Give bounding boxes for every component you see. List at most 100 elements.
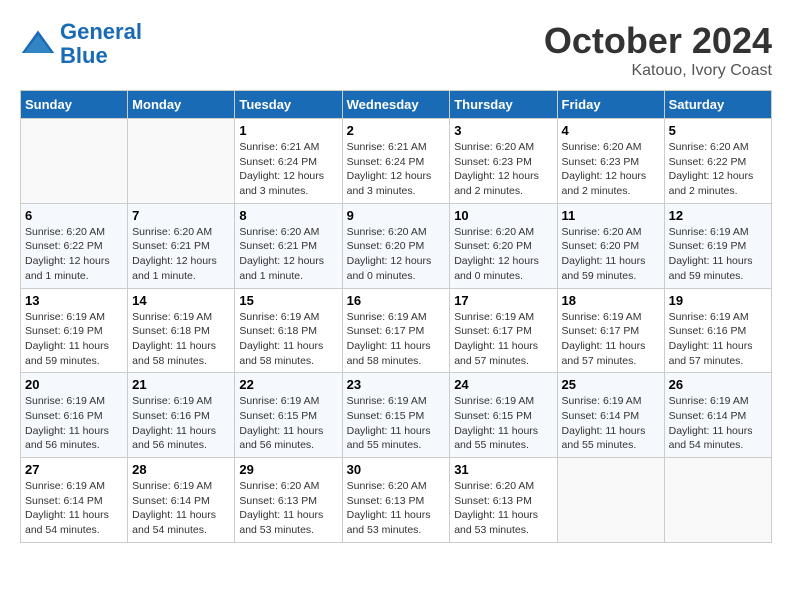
calendar-cell: 30Sunrise: 6:20 AM Sunset: 6:13 PM Dayli… xyxy=(342,458,450,543)
day-number: 1 xyxy=(239,123,337,138)
day-info: Sunrise: 6:20 AM Sunset: 6:22 PM Dayligh… xyxy=(669,140,767,199)
day-info: Sunrise: 6:20 AM Sunset: 6:13 PM Dayligh… xyxy=(239,479,337,538)
calendar-cell: 23Sunrise: 6:19 AM Sunset: 6:15 PM Dayli… xyxy=(342,373,450,458)
day-number: 6 xyxy=(25,208,123,223)
day-number: 5 xyxy=(669,123,767,138)
calendar-cell: 19 Sunrise: 6:19 AM Sunset: 6:16 PM Dayli… xyxy=(664,288,771,373)
day-info: Sunrise: 6:19 AM Sunset: 6:18 PM Dayligh… xyxy=(239,310,337,369)
day-number: 9 xyxy=(347,208,446,223)
weekday-header: Thursday xyxy=(450,91,557,119)
calendar-cell: 24 Sunrise: 6:19 AM Sunset: 6:15 PM Dayli… xyxy=(450,373,557,458)
calendar-table: SundayMondayTuesdayWednesdayThursdayFrid… xyxy=(20,90,772,543)
weekday-header: Sunday xyxy=(21,91,128,119)
day-number: 21 xyxy=(132,377,230,392)
day-number: 15 xyxy=(239,293,337,308)
logo-line2: Blue xyxy=(60,43,108,68)
day-info: Sunrise: 6:19 AM Sunset: 6:17 PM Dayligh… xyxy=(347,310,446,369)
day-number: 30 xyxy=(347,462,446,477)
calendar-cell: 27 Sunrise: 6:19 AM Sunset: 6:14 PM Dayli… xyxy=(21,458,128,543)
calendar-cell: 8 Sunrise: 6:20 AM Sunset: 6:21 PM Daylig… xyxy=(235,203,342,288)
day-number: 24 xyxy=(454,377,552,392)
calendar-week-row: 6 Sunrise: 6:20 AM Sunset: 6:22 PM Daylig… xyxy=(21,203,772,288)
logo-text: General Blue xyxy=(60,20,142,68)
day-number: 23 xyxy=(347,377,446,392)
calendar-cell: 6 Sunrise: 6:20 AM Sunset: 6:22 PM Daylig… xyxy=(21,203,128,288)
day-info: Sunrise: 6:19 AM Sunset: 6:14 PM Dayligh… xyxy=(25,479,123,538)
calendar-cell xyxy=(664,458,771,543)
calendar-cell xyxy=(21,119,128,204)
calendar-cell: 21 Sunrise: 6:19 AM Sunset: 6:16 PM Dayli… xyxy=(128,373,235,458)
day-number: 11 xyxy=(562,208,660,223)
day-number: 8 xyxy=(239,208,337,223)
calendar-cell: 1 Sunrise: 6:21 AM Sunset: 6:24 PM Daylig… xyxy=(235,119,342,204)
day-number: 13 xyxy=(25,293,123,308)
calendar-cell: 13 Sunrise: 6:19 AM Sunset: 6:19 PM Dayli… xyxy=(21,288,128,373)
calendar-week-row: 27 Sunrise: 6:19 AM Sunset: 6:14 PM Dayli… xyxy=(21,458,772,543)
day-number: 31 xyxy=(454,462,552,477)
weekday-header: Saturday xyxy=(664,91,771,119)
day-info: Sunrise: 6:19 AM Sunset: 6:19 PM Dayligh… xyxy=(669,225,767,284)
weekday-header: Tuesday xyxy=(235,91,342,119)
calendar-cell: 11 Sunrise: 6:20 AM Sunset: 6:20 PM Dayli… xyxy=(557,203,664,288)
day-number: 3 xyxy=(454,123,552,138)
calendar-cell: 31Sunrise: 6:20 AM Sunset: 6:13 PM Dayli… xyxy=(450,458,557,543)
month-title: October 2024 xyxy=(544,20,772,62)
day-info: Sunrise: 6:20 AM Sunset: 6:21 PM Dayligh… xyxy=(239,225,337,284)
day-info: Sunrise: 6:19 AM Sunset: 6:16 PM Dayligh… xyxy=(132,394,230,453)
calendar-cell: 5 Sunrise: 6:20 AM Sunset: 6:22 PM Daylig… xyxy=(664,119,771,204)
calendar-cell: 26Sunrise: 6:19 AM Sunset: 6:14 PM Dayli… xyxy=(664,373,771,458)
day-info: Sunrise: 6:19 AM Sunset: 6:14 PM Dayligh… xyxy=(669,394,767,453)
calendar-week-row: 13 Sunrise: 6:19 AM Sunset: 6:19 PM Dayli… xyxy=(21,288,772,373)
day-number: 16 xyxy=(347,293,446,308)
day-info: Sunrise: 6:20 AM Sunset: 6:20 PM Dayligh… xyxy=(562,225,660,284)
calendar-cell: 7Sunrise: 6:20 AM Sunset: 6:21 PM Daylig… xyxy=(128,203,235,288)
calendar-cell: 29 Sunrise: 6:20 AM Sunset: 6:13 PM Dayli… xyxy=(235,458,342,543)
day-number: 17 xyxy=(454,293,552,308)
calendar-header: SundayMondayTuesdayWednesdayThursdayFrid… xyxy=(21,91,772,119)
calendar-cell: 2 Sunrise: 6:21 AM Sunset: 6:24 PM Daylig… xyxy=(342,119,450,204)
calendar-cell: 9 Sunrise: 6:20 AM Sunset: 6:20 PM Daylig… xyxy=(342,203,450,288)
location-subtitle: Katouo, Ivory Coast xyxy=(544,62,772,80)
calendar-cell: 25 Sunrise: 6:19 AM Sunset: 6:14 PM Dayli… xyxy=(557,373,664,458)
day-info: Sunrise: 6:19 AM Sunset: 6:19 PM Dayligh… xyxy=(25,310,123,369)
calendar-cell: 10Sunrise: 6:20 AM Sunset: 6:20 PM Dayli… xyxy=(450,203,557,288)
calendar-cell xyxy=(557,458,664,543)
day-info: Sunrise: 6:20 AM Sunset: 6:20 PM Dayligh… xyxy=(347,225,446,284)
day-number: 14 xyxy=(132,293,230,308)
day-info: Sunrise: 6:19 AM Sunset: 6:16 PM Dayligh… xyxy=(669,310,767,369)
calendar-week-row: 1 Sunrise: 6:21 AM Sunset: 6:24 PM Daylig… xyxy=(21,119,772,204)
weekday-header: Monday xyxy=(128,91,235,119)
day-number: 4 xyxy=(562,123,660,138)
calendar-cell: 17Sunrise: 6:19 AM Sunset: 6:17 PM Dayli… xyxy=(450,288,557,373)
day-info: Sunrise: 6:19 AM Sunset: 6:15 PM Dayligh… xyxy=(454,394,552,453)
day-info: Sunrise: 6:21 AM Sunset: 6:24 PM Dayligh… xyxy=(347,140,446,199)
day-info: Sunrise: 6:19 AM Sunset: 6:14 PM Dayligh… xyxy=(132,479,230,538)
day-number: 28 xyxy=(132,462,230,477)
logo-line1: General xyxy=(60,19,142,44)
day-info: Sunrise: 6:21 AM Sunset: 6:24 PM Dayligh… xyxy=(239,140,337,199)
day-info: Sunrise: 6:19 AM Sunset: 6:14 PM Dayligh… xyxy=(562,394,660,453)
calendar-cell xyxy=(128,119,235,204)
weekday-header: Friday xyxy=(557,91,664,119)
logo-icon xyxy=(20,26,56,62)
calendar-cell: 3 Sunrise: 6:20 AM Sunset: 6:23 PM Daylig… xyxy=(450,119,557,204)
day-info: Sunrise: 6:19 AM Sunset: 6:16 PM Dayligh… xyxy=(25,394,123,453)
weekday-header: Wednesday xyxy=(342,91,450,119)
day-info: Sunrise: 6:20 AM Sunset: 6:23 PM Dayligh… xyxy=(454,140,552,199)
calendar-cell: 28 Sunrise: 6:19 AM Sunset: 6:14 PM Dayli… xyxy=(128,458,235,543)
day-number: 12 xyxy=(669,208,767,223)
day-number: 18 xyxy=(562,293,660,308)
day-number: 19 xyxy=(669,293,767,308)
day-number: 27 xyxy=(25,462,123,477)
day-info: Sunrise: 6:20 AM Sunset: 6:20 PM Dayligh… xyxy=(454,225,552,284)
calendar-cell: 15 Sunrise: 6:19 AM Sunset: 6:18 PM Dayli… xyxy=(235,288,342,373)
calendar-body: 1 Sunrise: 6:21 AM Sunset: 6:24 PM Daylig… xyxy=(21,119,772,543)
day-info: Sunrise: 6:20 AM Sunset: 6:22 PM Dayligh… xyxy=(25,225,123,284)
logo: General Blue xyxy=(20,20,142,68)
day-number: 2 xyxy=(347,123,446,138)
day-number: 25 xyxy=(562,377,660,392)
day-number: 29 xyxy=(239,462,337,477)
weekday-row: SundayMondayTuesdayWednesdayThursdayFrid… xyxy=(21,91,772,119)
day-number: 7 xyxy=(132,208,230,223)
calendar-cell: 4Sunrise: 6:20 AM Sunset: 6:23 PM Daylig… xyxy=(557,119,664,204)
